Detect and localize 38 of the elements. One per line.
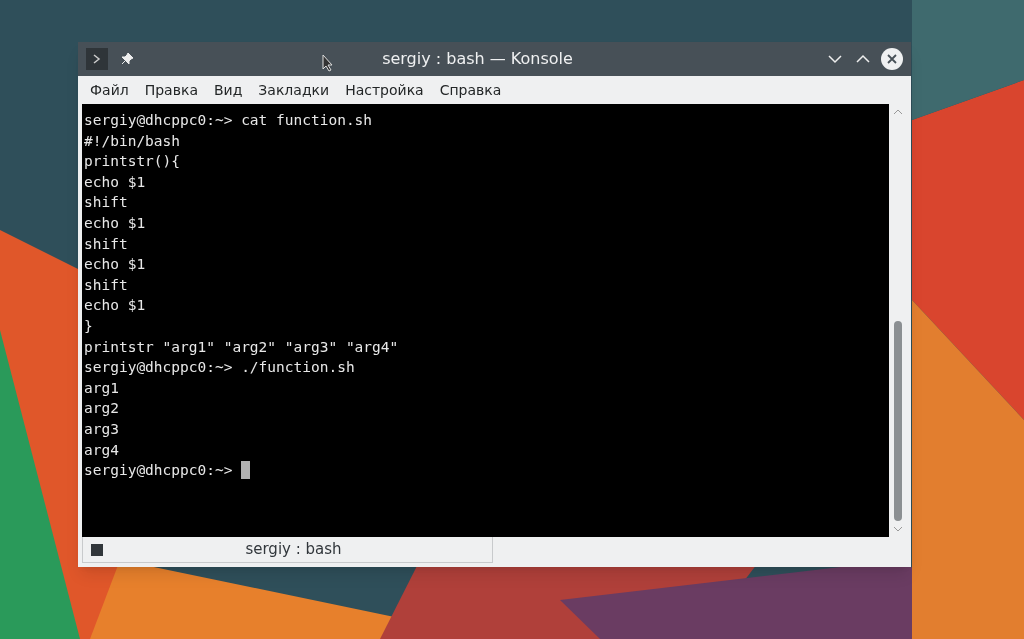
terminal-line: sergiy@dhcppc0:~> cat function.sh bbox=[84, 111, 373, 130]
close-button[interactable] bbox=[881, 48, 903, 70]
close-icon bbox=[887, 54, 897, 64]
terminal-icon bbox=[91, 543, 103, 556]
pin-icon[interactable] bbox=[120, 52, 134, 66]
menu-item[interactable]: Настройка bbox=[339, 79, 430, 101]
menu-item[interactable]: Файл bbox=[84, 79, 135, 101]
chevron-down-icon bbox=[828, 54, 842, 64]
terminal-line: arg2 bbox=[84, 399, 119, 419]
menu-item[interactable]: Правка bbox=[138, 79, 204, 101]
scrollbar-thumb[interactable] bbox=[894, 321, 902, 521]
terminal-line: sergiy@dhcppc0:~> ./function.sh bbox=[84, 358, 355, 378]
terminal-tab[interactable]: sergiy : bash bbox=[82, 537, 493, 563]
terminal-line: arg3 bbox=[84, 419, 119, 439]
menu-item[interactable]: Вид bbox=[207, 79, 249, 101]
terminal-line: shift bbox=[84, 234, 128, 254]
terminal-line: arg4 bbox=[84, 440, 119, 460]
terminal-line: } bbox=[84, 316, 93, 336]
terminal-line: arg1 bbox=[84, 378, 119, 398]
terminal-icon bbox=[86, 48, 108, 70]
terminal-line: echo $1 bbox=[84, 296, 146, 316]
cursor-icon bbox=[322, 54, 334, 72]
terminal-line: printstr(){ bbox=[84, 152, 181, 172]
scroll-up-icon[interactable] bbox=[893, 108, 903, 116]
menu-item[interactable]: Закладки bbox=[252, 79, 336, 101]
text-cursor bbox=[241, 461, 251, 480]
terminal-line: echo $1 bbox=[84, 255, 146, 275]
terminal-line: #!/bin/bash bbox=[84, 131, 181, 151]
chevron-up-icon bbox=[856, 54, 870, 64]
terminal-line: shift bbox=[84, 193, 128, 213]
terminal-line: printstr "arg1" "arg2" "arg3" "arg4" bbox=[84, 337, 399, 357]
terminal-line: sergiy@dhcppc0:~> bbox=[84, 461, 234, 481]
scroll-down-icon[interactable] bbox=[893, 525, 903, 533]
menu-item[interactable]: Справка bbox=[433, 79, 508, 101]
window-title: sergiy : bash — Konsole bbox=[382, 48, 573, 70]
terminal-line: echo $1 bbox=[84, 172, 146, 192]
terminal-line: echo $1 bbox=[84, 213, 146, 233]
terminal-line: shift bbox=[84, 275, 128, 295]
